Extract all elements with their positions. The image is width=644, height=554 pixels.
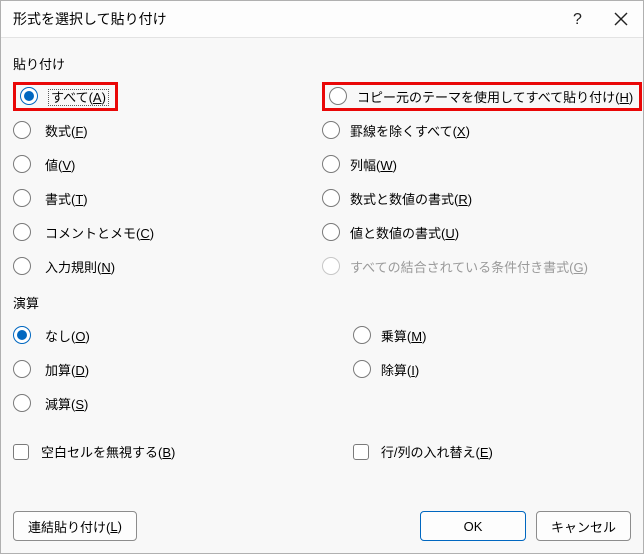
radio-label: 乗算(M) xyxy=(381,326,427,345)
paste-option-cell: 入力規則(N) xyxy=(13,257,322,276)
radio-theme[interactable]: コピー元のテーマを使用してすべて貼り付け(H) xyxy=(329,87,633,106)
radio-label: 書式(T) xyxy=(45,189,88,208)
paste-option-cell: 乗算(M) xyxy=(353,326,631,345)
radio-noborder[interactable]: 罫線を除くすべて(X) xyxy=(322,121,470,140)
radio-icon xyxy=(20,87,38,105)
operation-options: なし(O) 乗算(M) 加算(D) 除算(I) 減算(S) xyxy=(13,318,631,420)
paste-option-cell: コピー元のテーマを使用してすべて貼り付け(H) xyxy=(322,82,631,111)
transpose-checkbox[interactable]: 行/列の入れ替え(E) xyxy=(353,442,631,461)
radio-values[interactable]: 値(V) xyxy=(13,155,75,174)
radio-mul[interactable]: 乗算(M) xyxy=(353,326,427,345)
radio-icon xyxy=(353,326,371,344)
svg-text:?: ? xyxy=(573,11,582,28)
radio-label: 値と数値の書式(U) xyxy=(350,223,459,242)
radio-label: 値(V) xyxy=(45,155,75,174)
radio-icon xyxy=(353,360,371,378)
radio-div[interactable]: 除算(I) xyxy=(353,360,419,379)
radio-sub[interactable]: 減算(S) xyxy=(13,394,88,413)
paste-option-cell: コメントとメモ(C) xyxy=(13,223,322,242)
extra-checks: 空白セルを無視する(B) 行/列の入れ替え(E) xyxy=(13,442,631,461)
radio-label: すべて(A) xyxy=(48,87,109,106)
radio-formnum[interactable]: 数式と数値の書式(R) xyxy=(322,189,472,208)
radio-label: なし(O) xyxy=(45,326,90,345)
radio-icon xyxy=(13,189,31,207)
paste-option-cell: 減算(S) xyxy=(13,394,353,413)
radio-comments[interactable]: コメントとメモ(C) xyxy=(13,223,154,242)
radio-label: 罫線を除くすべて(X) xyxy=(350,121,470,140)
paste-option-cell: 値と数値の書式(U) xyxy=(322,223,631,242)
radio-icon xyxy=(13,155,31,173)
titlebar: 形式を選択して貼り付け ? xyxy=(1,1,643,38)
skip-blanks-checkbox[interactable]: 空白セルを無視する(B) xyxy=(13,442,353,461)
dialog-body: 貼り付け すべて(A) コピー元のテーマを使用してすべて貼り付け(H) 数式(F) 罫… xyxy=(1,38,643,511)
radio-icon xyxy=(322,257,340,275)
radio-icon xyxy=(322,189,340,207)
paste-option-cell: すべて(A) xyxy=(13,82,322,111)
paste-link-button[interactable]: 連結貼り付け(L) xyxy=(13,511,137,541)
focus-rect: すべて(A) xyxy=(48,89,109,106)
radio-icon xyxy=(322,155,340,173)
radio-icon xyxy=(13,360,31,378)
radio-icon xyxy=(329,87,347,105)
radio-valnum[interactable]: 値と数値の書式(U) xyxy=(322,223,459,242)
transpose-label: 行/列の入れ替え(E) xyxy=(381,442,493,461)
paste-group-label: 貼り付け xyxy=(13,54,631,73)
paste-option-cell: 値(V) xyxy=(13,155,322,174)
radio-icon xyxy=(322,223,340,241)
radio-label: 数式(F) xyxy=(45,121,88,140)
paste-option-cell: 書式(T) xyxy=(13,189,322,208)
cancel-button[interactable]: キャンセル xyxy=(536,511,631,541)
radio-icon xyxy=(322,121,340,139)
radio-add[interactable]: 加算(D) xyxy=(13,360,89,379)
paste-special-dialog: 形式を選択して貼り付け ? 貼り付け すべて(A) コピー元のテーマを使用してすべ… xyxy=(0,0,644,554)
radio-condfmt: すべての結合されている条件付き書式(G) xyxy=(322,257,588,276)
close-icon[interactable] xyxy=(599,1,643,37)
radio-colwidth[interactable]: 列幅(W) xyxy=(322,155,397,174)
skip-blanks-label: 空白セルを無視する(B) xyxy=(41,442,175,461)
radio-label: すべての結合されている条件付き書式(G) xyxy=(350,257,588,276)
paste-option-cell: なし(O) xyxy=(13,326,353,345)
radio-icon xyxy=(13,121,31,139)
operation-group-label: 演算 xyxy=(13,293,631,312)
radio-label: 列幅(W) xyxy=(350,155,397,174)
radio-label: コメントとメモ(C) xyxy=(45,223,154,242)
radio-label: 入力規則(N) xyxy=(45,257,115,276)
radio-icon xyxy=(13,223,31,241)
radio-formulas[interactable]: 数式(F) xyxy=(13,121,88,140)
ok-button[interactable]: OK xyxy=(420,511,526,541)
radio-none[interactable]: なし(O) xyxy=(13,326,90,345)
radio-formats[interactable]: 書式(T) xyxy=(13,189,88,208)
paste-option-cell: 数式(F) xyxy=(13,121,322,140)
dialog-footer: 連結貼り付け(L) OK キャンセル xyxy=(1,511,643,553)
radio-label: コピー元のテーマを使用してすべて貼り付け(H) xyxy=(357,87,633,106)
paste-option-cell: 罫線を除くすべて(X) xyxy=(322,121,631,140)
paste-options: すべて(A) コピー元のテーマを使用してすべて貼り付け(H) 数式(F) 罫線を除くす… xyxy=(13,79,631,283)
radio-label: 数式と数値の書式(R) xyxy=(350,189,472,208)
help-icon[interactable]: ? xyxy=(555,1,599,37)
radio-icon xyxy=(13,394,31,412)
highlighted-option: すべて(A) xyxy=(13,82,118,111)
paste-option-cell: 列幅(W) xyxy=(322,155,631,174)
paste-option-cell: 加算(D) xyxy=(13,360,353,379)
paste-option-cell: 数式と数値の書式(R) xyxy=(322,189,631,208)
radio-icon xyxy=(13,257,31,275)
paste-option-cell: すべての結合されている条件付き書式(G) xyxy=(322,257,631,276)
paste-option-cell: 除算(I) xyxy=(353,360,631,379)
radio-label: 減算(S) xyxy=(45,394,88,413)
highlighted-option: コピー元のテーマを使用してすべて貼り付け(H) xyxy=(322,82,642,111)
radio-label: 除算(I) xyxy=(381,360,419,379)
radio-icon xyxy=(13,326,31,344)
radio-validation[interactable]: 入力規則(N) xyxy=(13,257,115,276)
radio-label: 加算(D) xyxy=(45,360,89,379)
dialog-title: 形式を選択して貼り付け xyxy=(13,9,555,29)
radio-all[interactable]: すべて(A) xyxy=(20,87,109,106)
